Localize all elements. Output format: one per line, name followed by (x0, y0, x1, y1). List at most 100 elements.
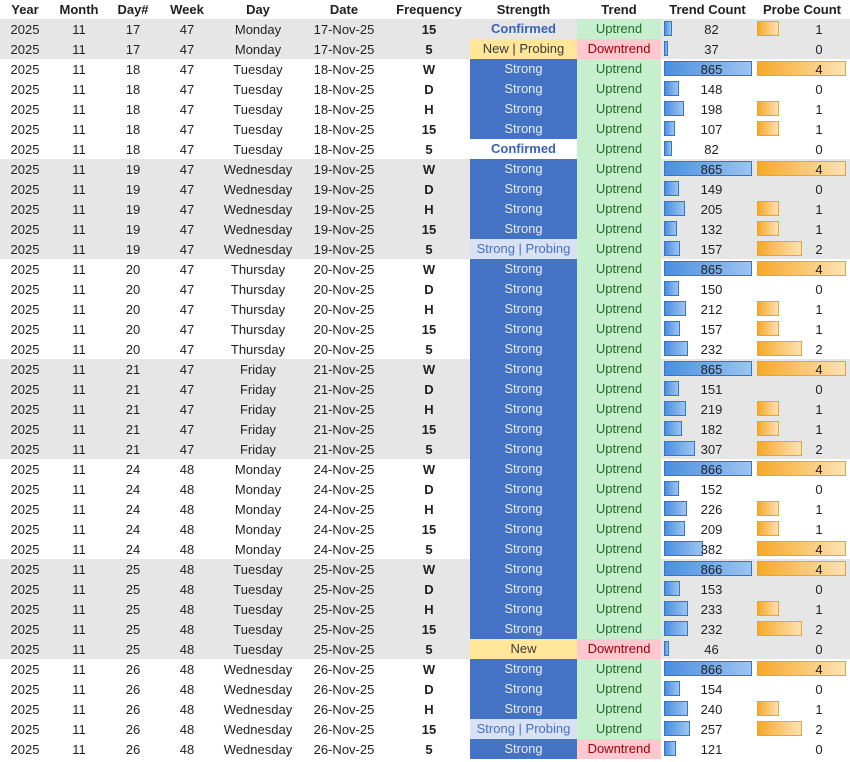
cell-day[interactable]: Friday (216, 419, 300, 439)
header-day[interactable]: Day (216, 0, 300, 19)
cell-frequency[interactable]: H (388, 99, 470, 119)
header-frequency[interactable]: Frequency (388, 0, 470, 19)
cell-year[interactable]: 2025 (0, 279, 50, 299)
cell-date[interactable]: 26-Nov-25 (300, 679, 388, 699)
cell-day-num[interactable]: 25 (108, 619, 158, 639)
cell-strength[interactable]: Strong (470, 59, 577, 79)
cell-frequency[interactable]: 15 (388, 219, 470, 239)
table-row[interactable]: 2025 11 18 47 Tuesday 18-Nov-25 5 Confirmed Uptr… (0, 139, 850, 159)
cell-trend-count[interactable]: 150 (661, 279, 754, 299)
cell-day[interactable]: Thursday (216, 259, 300, 279)
cell-probe-count[interactable]: 1 (754, 699, 850, 719)
cell-month[interactable]: 11 (50, 419, 108, 439)
table-row[interactable]: 2025 11 21 47 Friday 21-Nov-25 15 Strong Uptrend… (0, 419, 850, 439)
cell-week[interactable]: 48 (158, 579, 216, 599)
cell-month[interactable]: 11 (50, 179, 108, 199)
cell-trend[interactable]: Downtrend (577, 639, 661, 659)
cell-year[interactable]: 2025 (0, 419, 50, 439)
cell-day[interactable]: Wednesday (216, 199, 300, 219)
cell-trend[interactable]: Uptrend (577, 99, 661, 119)
cell-probe-count[interactable]: 0 (754, 279, 850, 299)
cell-month[interactable]: 11 (50, 159, 108, 179)
cell-year[interactable]: 2025 (0, 619, 50, 639)
cell-week[interactable]: 47 (158, 99, 216, 119)
cell-date[interactable]: 21-Nov-25 (300, 439, 388, 459)
cell-frequency[interactable]: D (388, 179, 470, 199)
cell-month[interactable]: 11 (50, 739, 108, 759)
cell-trend[interactable]: Uptrend (577, 79, 661, 99)
cell-day-num[interactable]: 25 (108, 559, 158, 579)
cell-strength[interactable]: Strong (470, 99, 577, 119)
cell-day-num[interactable]: 26 (108, 659, 158, 679)
cell-probe-count[interactable]: 1 (754, 319, 850, 339)
cell-probe-count[interactable]: 2 (754, 439, 850, 459)
cell-day[interactable]: Tuesday (216, 579, 300, 599)
cell-probe-count[interactable]: 4 (754, 659, 850, 679)
cell-year[interactable]: 2025 (0, 679, 50, 699)
cell-day-num[interactable]: 26 (108, 679, 158, 699)
cell-day-num[interactable]: 21 (108, 399, 158, 419)
cell-week[interactable]: 47 (158, 19, 216, 39)
cell-month[interactable]: 11 (50, 679, 108, 699)
cell-probe-count[interactable]: 1 (754, 499, 850, 519)
cell-month[interactable]: 11 (50, 599, 108, 619)
cell-date[interactable]: 25-Nov-25 (300, 639, 388, 659)
cell-frequency[interactable]: 5 (388, 39, 470, 59)
cell-day[interactable]: Thursday (216, 299, 300, 319)
cell-day-num[interactable]: 25 (108, 639, 158, 659)
table-row[interactable]: 2025 11 25 48 Tuesday 25-Nov-25 W Strong Uptrend… (0, 559, 850, 579)
cell-trend-count[interactable]: 82 (661, 19, 754, 39)
cell-week[interactable]: 48 (158, 639, 216, 659)
cell-year[interactable]: 2025 (0, 179, 50, 199)
cell-strength[interactable]: Strong | Probing (470, 239, 577, 259)
cell-date[interactable]: 24-Nov-25 (300, 479, 388, 499)
cell-trend[interactable]: Uptrend (577, 599, 661, 619)
cell-frequency[interactable]: H (388, 699, 470, 719)
cell-strength[interactable]: Strong (470, 539, 577, 559)
cell-frequency[interactable]: D (388, 579, 470, 599)
cell-strength[interactable]: Strong (470, 519, 577, 539)
table-row[interactable]: 2025 11 18 47 Tuesday 18-Nov-25 15 Strong Uptren… (0, 119, 850, 139)
cell-day[interactable]: Wednesday (216, 719, 300, 739)
cell-week[interactable]: 48 (158, 559, 216, 579)
cell-probe-count[interactable]: 0 (754, 379, 850, 399)
cell-day-num[interactable]: 24 (108, 459, 158, 479)
table-row[interactable]: 2025 11 24 48 Monday 24-Nov-25 5 Strong Uptrend 3… (0, 539, 850, 559)
cell-date[interactable]: 18-Nov-25 (300, 139, 388, 159)
cell-week[interactable]: 47 (158, 319, 216, 339)
cell-trend[interactable]: Uptrend (577, 419, 661, 439)
cell-day-num[interactable]: 21 (108, 359, 158, 379)
header-date[interactable]: Date (300, 0, 388, 19)
cell-day-num[interactable]: 24 (108, 479, 158, 499)
cell-trend-count[interactable]: 153 (661, 579, 754, 599)
cell-trend[interactable]: Uptrend (577, 619, 661, 639)
cell-year[interactable]: 2025 (0, 639, 50, 659)
cell-trend-count[interactable]: 198 (661, 99, 754, 119)
cell-day-num[interactable]: 26 (108, 719, 158, 739)
cell-frequency[interactable]: H (388, 599, 470, 619)
cell-frequency[interactable]: W (388, 159, 470, 179)
table-row[interactable]: 2025 11 25 48 Tuesday 25-Nov-25 D Strong Uptrend… (0, 579, 850, 599)
table-row[interactable]: 2025 11 26 48 Wednesday 26-Nov-25 15 Strong | P… (0, 719, 850, 739)
cell-year[interactable]: 2025 (0, 399, 50, 419)
cell-day[interactable]: Friday (216, 439, 300, 459)
header-day-num[interactable]: Day# (108, 0, 158, 19)
table-row[interactable]: 2025 11 25 48 Tuesday 25-Nov-25 H Strong Uptrend… (0, 599, 850, 619)
table-row[interactable]: 2025 11 19 47 Wednesday 19-Nov-25 D Strong Uptre… (0, 179, 850, 199)
cell-trend-count[interactable]: 233 (661, 599, 754, 619)
cell-strength[interactable]: Strong (470, 459, 577, 479)
cell-day[interactable]: Tuesday (216, 559, 300, 579)
cell-month[interactable]: 11 (50, 379, 108, 399)
cell-trend-count[interactable]: 121 (661, 739, 754, 759)
table-row[interactable]: 2025 11 26 48 Wednesday 26-Nov-25 W Strong Uptre… (0, 659, 850, 679)
cell-day[interactable]: Wednesday (216, 219, 300, 239)
cell-trend[interactable]: Uptrend (577, 339, 661, 359)
table-row[interactable]: 2025 11 21 47 Friday 21-Nov-25 W Strong Uptrend 8… (0, 359, 850, 379)
cell-date[interactable]: 26-Nov-25 (300, 659, 388, 679)
cell-frequency[interactable]: 5 (388, 139, 470, 159)
cell-trend-count[interactable]: 151 (661, 379, 754, 399)
cell-year[interactable]: 2025 (0, 59, 50, 79)
cell-day[interactable]: Tuesday (216, 79, 300, 99)
cell-date[interactable]: 21-Nov-25 (300, 379, 388, 399)
cell-strength[interactable]: Strong (470, 619, 577, 639)
